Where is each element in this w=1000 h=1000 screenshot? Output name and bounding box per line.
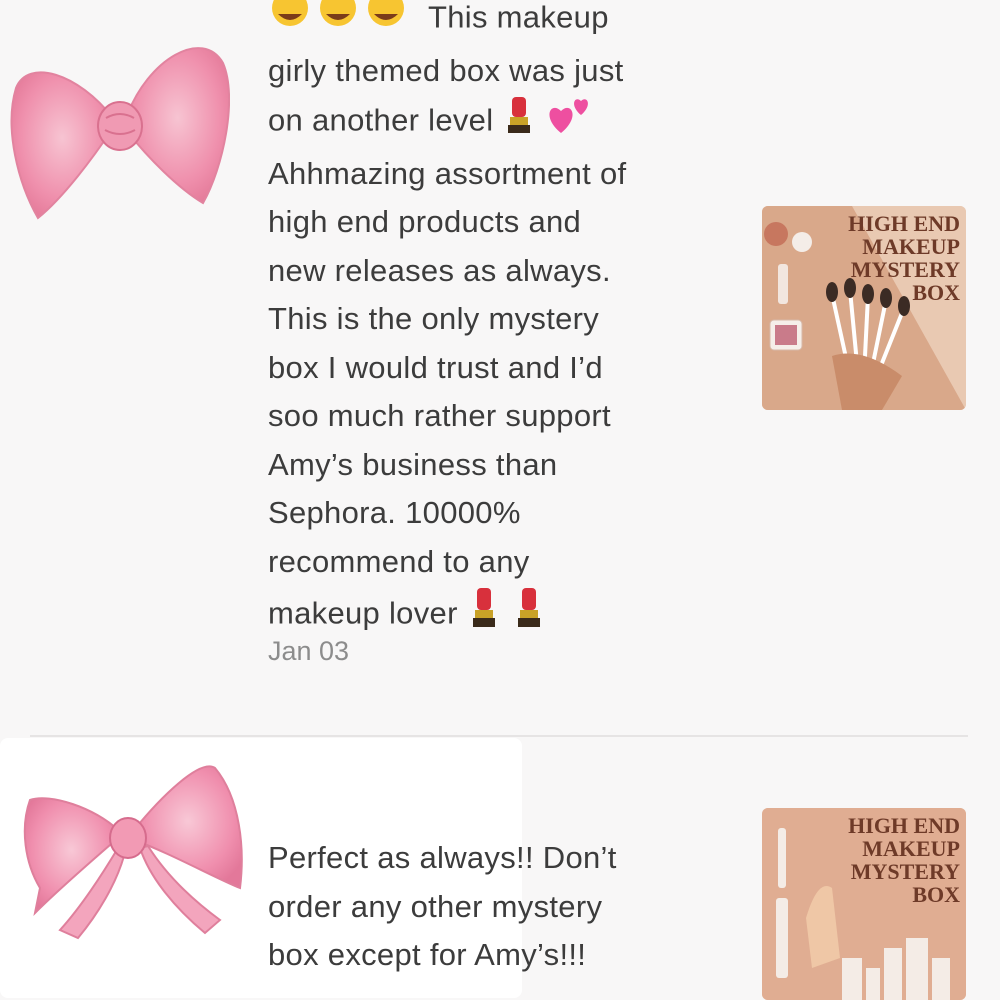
review-text: Perfect as always!! Don’t order any othe…: [268, 840, 617, 972]
review-text-line2: girly themed box was just: [268, 52, 624, 88]
review-text-last: makeup lover: [268, 595, 458, 631]
two-hearts-icon: [547, 95, 593, 150]
star-struck-icon: [272, 0, 404, 26]
lipstick-icon: [467, 586, 503, 645]
review-text-body: Ahhmazing assortment of high end product…: [268, 155, 627, 579]
review-item-2: Perfect as always!! Don’t order any othe…: [0, 738, 1000, 1000]
bow-avatar: [10, 47, 230, 220]
lipstick-icon: [512, 586, 548, 645]
review-text: This makeup girly themed box was just on…: [268, 0, 718, 645]
product-title: HIGH END MAKEUP MYSTERY BOX: [848, 813, 960, 907]
product-thumbnail[interactable]: HIGH END MAKEUP MYSTERY BOX: [762, 808, 966, 1000]
divider: [30, 735, 968, 737]
lipstick-icon: [502, 95, 538, 150]
review-text-line1: This makeup: [428, 0, 609, 35]
review-date: Jan 03: [268, 636, 350, 666]
review-item-1: This makeup girly themed box was just on…: [0, 0, 1000, 735]
bow-avatar: [23, 765, 243, 940]
product-thumbnail[interactable]: HIGH END MAKEUP MYSTERY BOX: [762, 206, 966, 410]
review-text-line3: on another level: [268, 102, 494, 138]
star-struck-emojis: [268, 0, 428, 47]
product-title: HIGH END MAKEUP MYSTERY BOX: [848, 211, 960, 305]
